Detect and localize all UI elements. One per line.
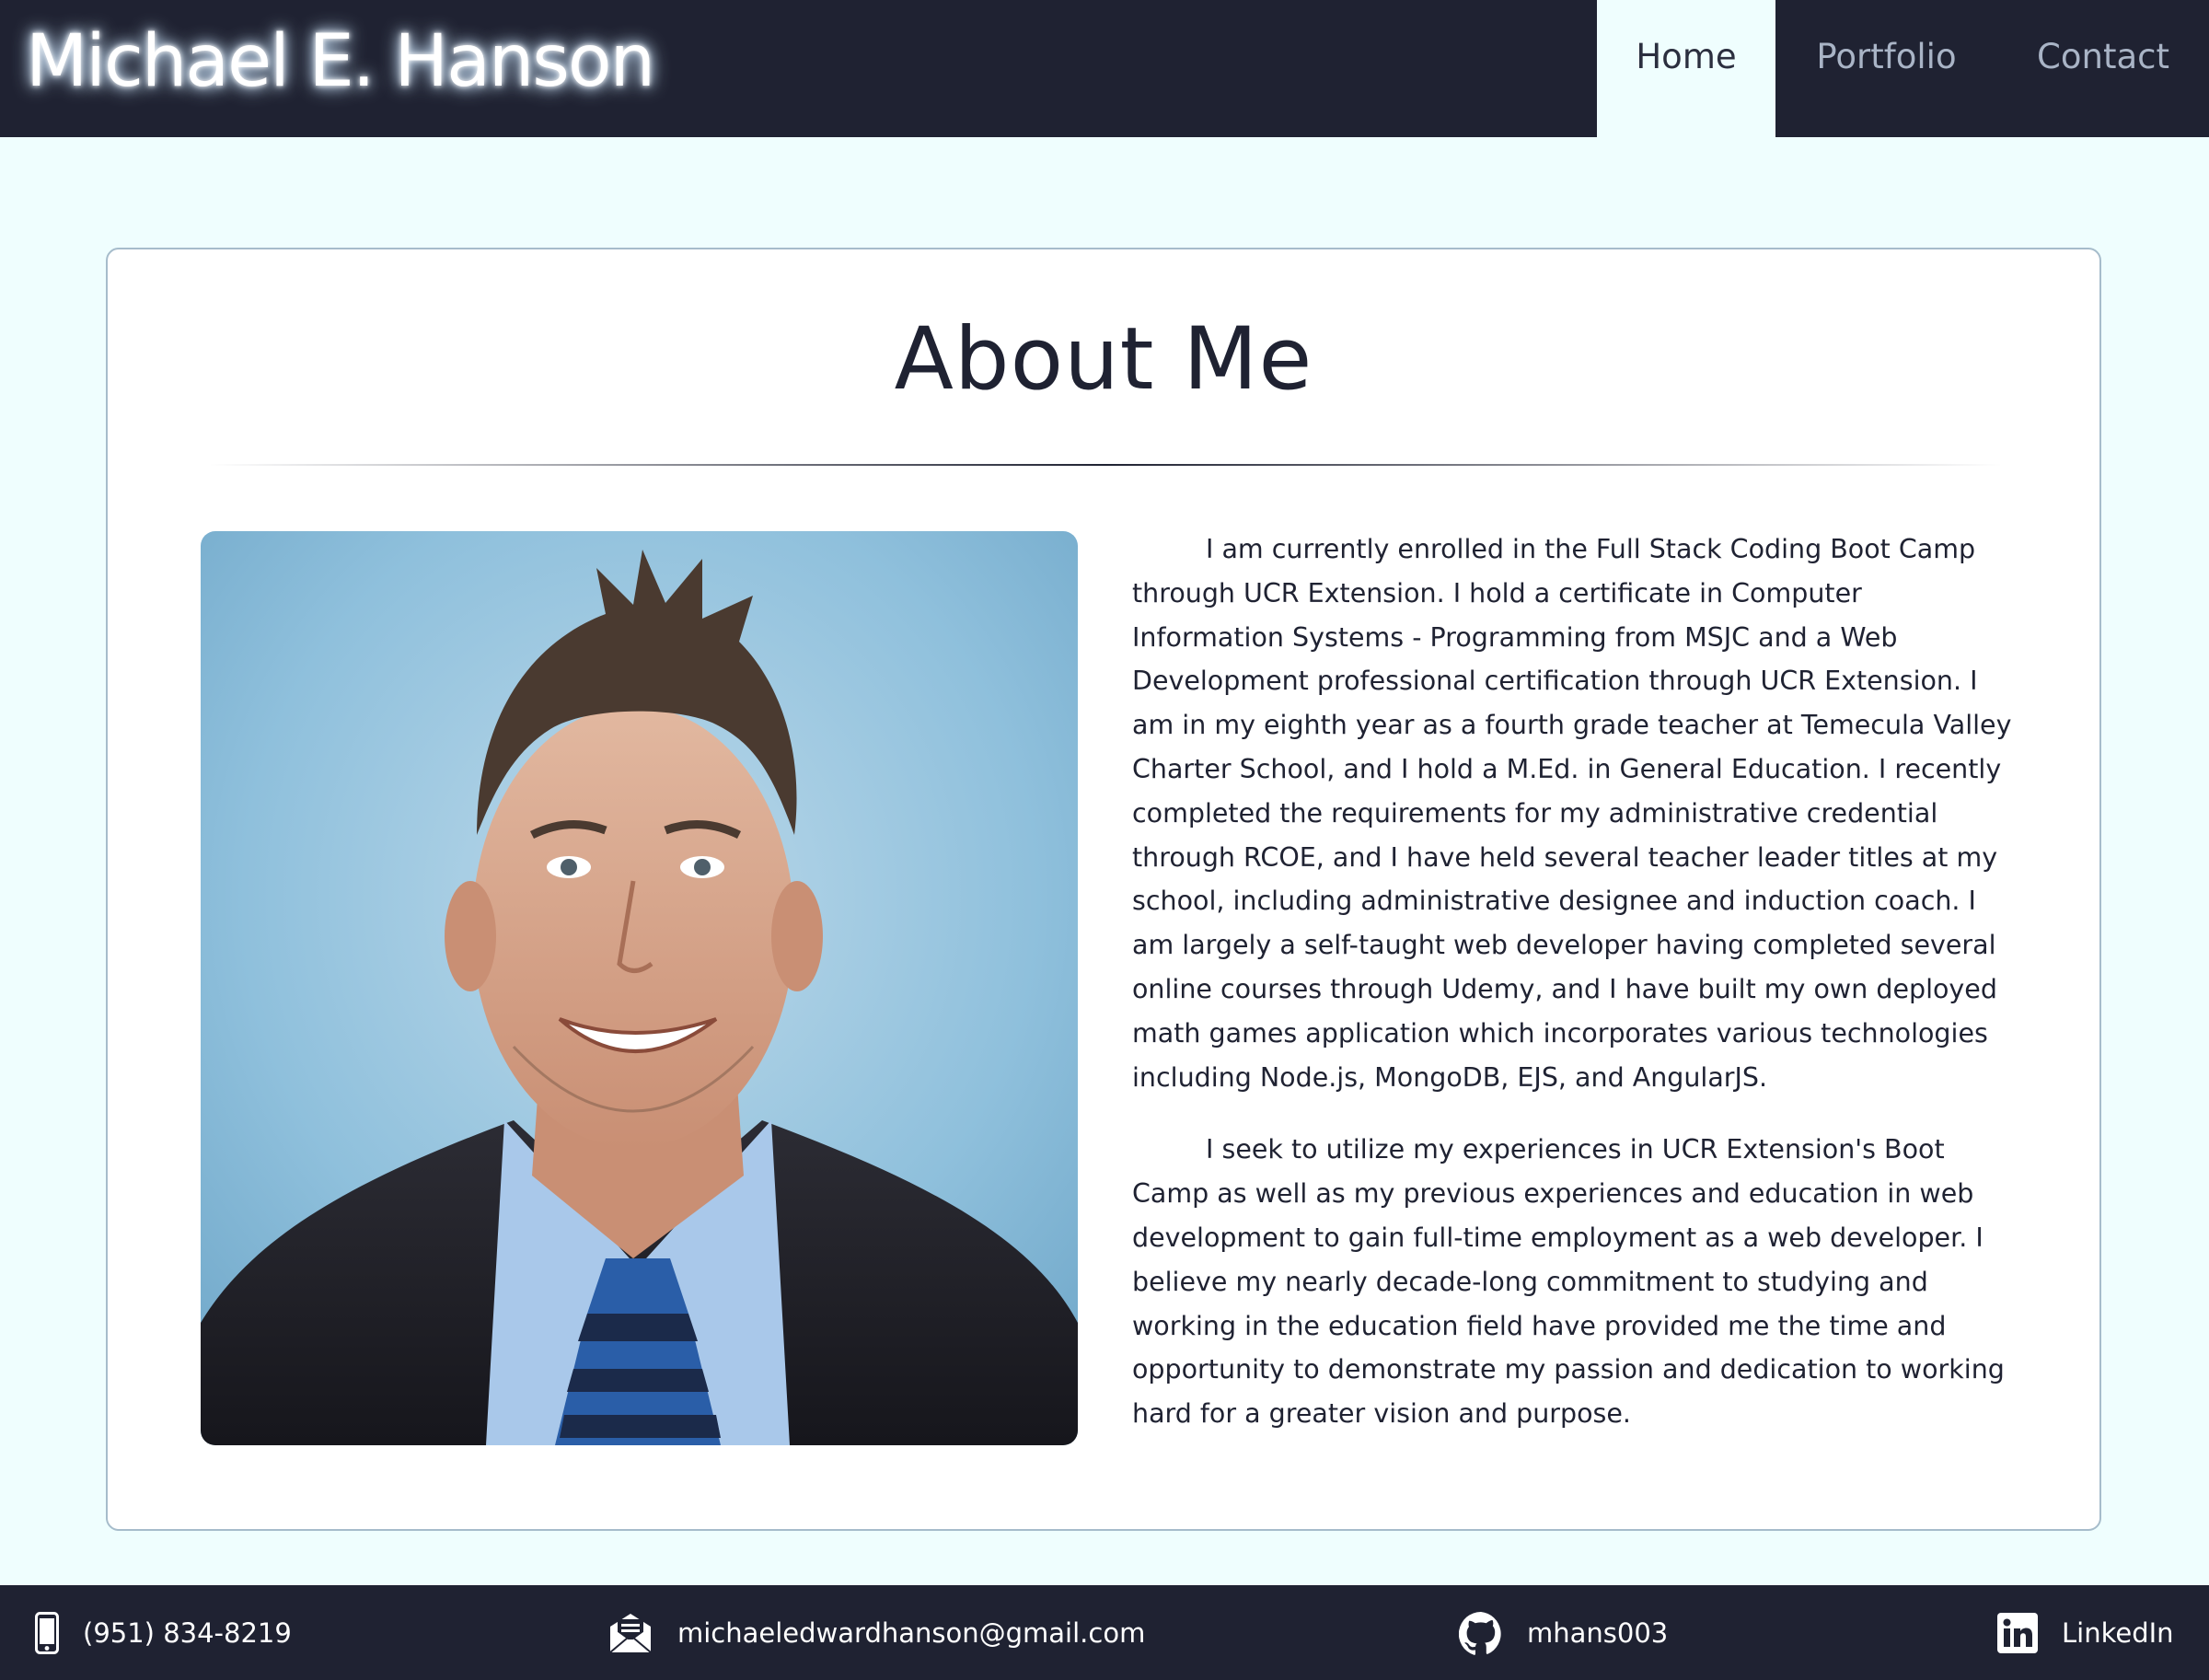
main-nav: Home Portfolio Contact	[1597, 0, 2209, 137]
email-address: michaeledwardhanson@gmail.com	[677, 1616, 1146, 1649]
profile-photo	[201, 531, 1078, 1445]
footer-linkedin[interactable]: LinkedIn	[1997, 1585, 2174, 1680]
linkedin-link: LinkedIn	[2062, 1616, 2174, 1649]
about-paragraph-1: I am currently enrolled in the Full Stac…	[1132, 534, 2012, 1093]
github-username: mhans003	[1527, 1616, 1669, 1649]
linkedin-icon	[1997, 1612, 2038, 1653]
nav-contact[interactable]: Contact	[1997, 0, 2209, 137]
phone-icon	[35, 1611, 59, 1654]
github-icon	[1458, 1611, 1503, 1655]
about-paragraph-2: I seek to utilize my experiences in UCR …	[1132, 1134, 2005, 1430]
about-text: I am currently enrolled in the Full Stac…	[1132, 527, 2016, 1465]
top-navbar: Michael E. Hanson Home Portfolio Contact	[0, 0, 2209, 137]
email-icon	[607, 1612, 653, 1654]
phone-number: (951) 834-8219	[83, 1616, 292, 1649]
site-brand[interactable]: Michael E. Hanson	[26, 11, 655, 112]
title-divider	[209, 464, 2002, 466]
nav-portfolio[interactable]: Portfolio	[1775, 0, 1997, 137]
footer-email[interactable]: michaeledwardhanson@gmail.com	[607, 1585, 1145, 1680]
about-title: About Me	[894, 309, 1313, 410]
contact-footer: (951) 834-8219 michaeledwardhanson@gmail…	[0, 1585, 2209, 1680]
footer-phone[interactable]: (951) 834-8219	[35, 1585, 292, 1680]
about-card: About Me I am currently enrolled in the …	[106, 248, 2101, 1531]
footer-github[interactable]: mhans003	[1458, 1585, 1669, 1680]
nav-home[interactable]: Home	[1597, 0, 1775, 137]
